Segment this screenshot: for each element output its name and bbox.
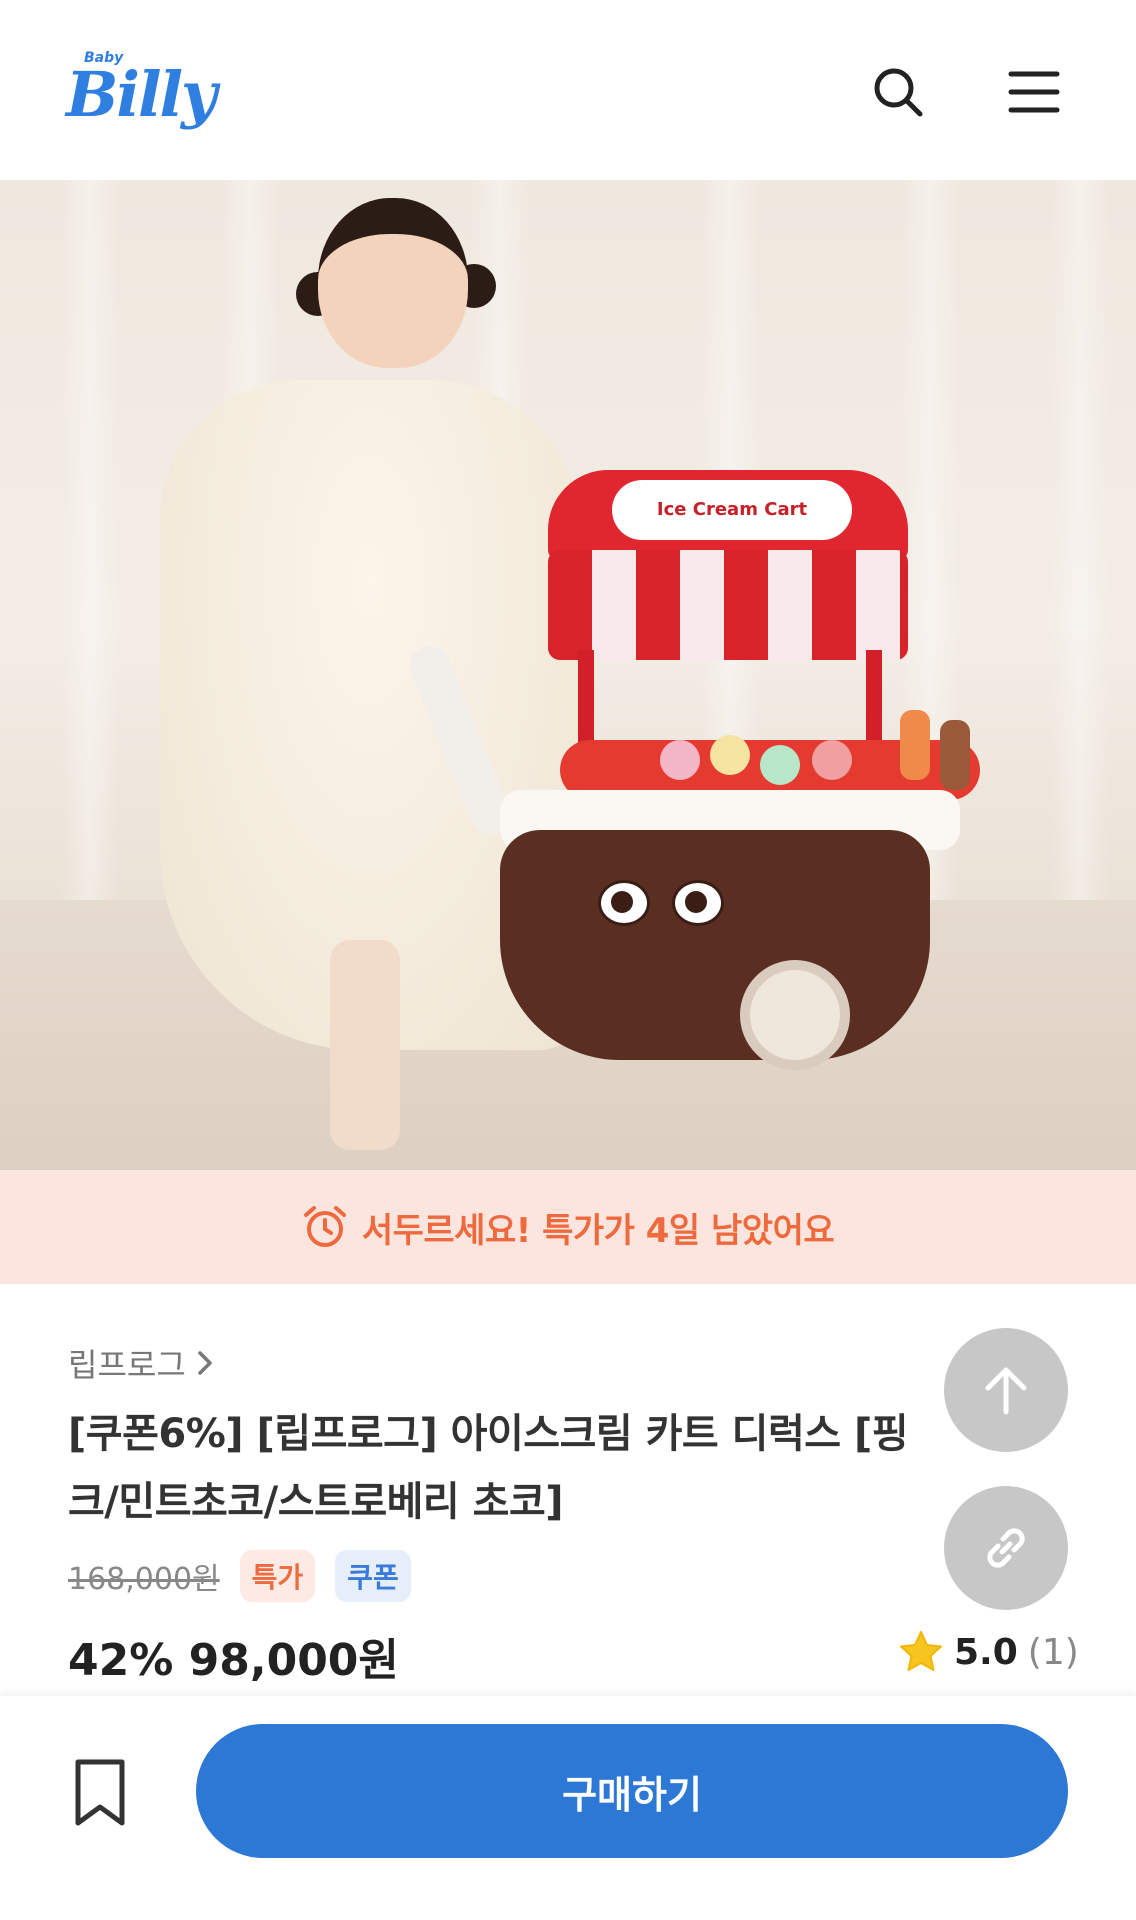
buy-button[interactable]: 구매하기 xyxy=(196,1724,1068,1858)
deal-countdown-banner: 서두르세요! 특가가 4일 남았어요 xyxy=(0,1170,1136,1284)
product-title: [쿠폰6%] [립프로그] 아이스크림 카트 디럭스 [핑크/민트초코/스트로베… xyxy=(68,1411,909,1525)
scroll-to-top-button[interactable] xyxy=(944,1328,1068,1452)
star-icon xyxy=(900,1631,942,1671)
girl-legs xyxy=(330,940,400,1150)
alarm-clock-icon xyxy=(303,1206,346,1247)
cart-sign-label: Ice Cream Cart xyxy=(612,480,852,540)
product-rating[interactable]: 5.0 (1) xyxy=(898,1630,1079,1674)
deal-countdown-text: 서두르세요! 특가가 4일 남았어요 xyxy=(361,1210,835,1251)
discount-price: 42% 98,000원 xyxy=(68,1635,399,1686)
ice-cream-scoop xyxy=(660,740,700,780)
price-meta-row: 168,000원 특가 쿠폰 xyxy=(68,1550,411,1602)
original-price: 168,000원 xyxy=(68,1562,220,1597)
search-button[interactable] xyxy=(858,52,938,132)
popsicle xyxy=(940,720,970,790)
app-header: Baby Billy xyxy=(0,0,1136,180)
rating-score: 5.0 xyxy=(954,1631,1018,1673)
search-icon xyxy=(874,68,923,117)
brand-link[interactable]: 립프로그 xyxy=(68,1340,214,1386)
bookmark-icon xyxy=(75,1759,125,1826)
cart-awning xyxy=(548,550,908,660)
brand-name: 립프로그 xyxy=(68,1346,186,1384)
cart-body xyxy=(500,830,930,1060)
share-link-button[interactable] xyxy=(944,1486,1068,1610)
girl-head xyxy=(318,198,468,368)
special-deal-badge: 특가 xyxy=(239,1550,316,1602)
arrow-up-icon xyxy=(985,1367,1027,1415)
product-image-carousel[interactable]: Ice Cream Cart xyxy=(0,180,1136,1170)
ice-cream-scoop xyxy=(710,735,750,775)
menu-button[interactable] xyxy=(994,52,1074,132)
cart-sign-text: Ice Cream Cart xyxy=(656,499,808,520)
chevron-right-icon xyxy=(198,1351,212,1375)
cart-eye xyxy=(672,880,724,926)
ice-cream-scoop xyxy=(812,740,852,780)
popsicle xyxy=(900,710,930,780)
bookmark-button[interactable] xyxy=(60,1748,140,1838)
cart-eye xyxy=(598,880,650,926)
logo-billy-text: Billy xyxy=(66,58,217,131)
billy-logo[interactable]: Baby Billy xyxy=(66,48,217,148)
rating-count: (1) xyxy=(1027,1631,1079,1673)
cart-wheel xyxy=(740,960,850,1070)
hamburger-menu-icon xyxy=(1008,71,1060,113)
coupon-badge: 쿠폰 xyxy=(335,1550,411,1602)
bottom-action-bar: 구매하기 xyxy=(0,1696,1136,1920)
curtain-fold xyxy=(60,180,120,900)
ice-cream-scoop xyxy=(760,745,800,785)
link-icon xyxy=(987,1528,1025,1568)
curtain-fold xyxy=(1050,180,1110,900)
